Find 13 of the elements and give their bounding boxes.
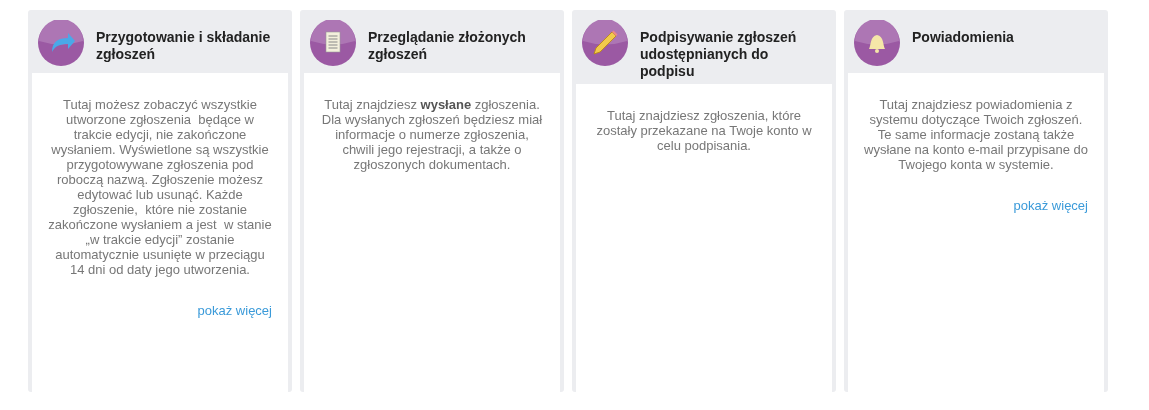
document-icon [310, 20, 356, 66]
card-title: Powiadomienia [912, 29, 1015, 46]
card-title: Podpisywanie zgłoszeń udostępnianych do podpisu [640, 29, 798, 80]
pencil-icon [582, 20, 628, 66]
card-description: Tutaj możesz zobaczyć wszystkie utworzone zgłoszenia będące w trakcie edycji, nie zakończone wysłaniem. Wyświetlone są wszystkie przygotowywane zgłoszenia pod roboczą nazwą. Zgłoszenie możesz edytować lub usunąć. Każde zgłoszenie, które nie zostanie zakończone wysłaniem a jest w stanie „w trakcie edycji” zostanie automatycznie usunięte w przeciągu 14 dni od daty jego utworzenia. [48, 97, 272, 277]
card-description: Tutaj znajdziesz powiadomienia z systemu dotyczące Twoich zgłoszeń. Te same informacje zostaną także wysłane na konto e-mail przypisane do Twojego konta w systemie. [864, 97, 1088, 172]
card-title: Przygotowanie i składanie zgłoszeń [96, 29, 272, 63]
card-title: Przeglądanie złożonych zgłoszeń [368, 29, 527, 63]
card-description: Tutaj znajdziesz zgłoszenia, które zostały przekazane na Twoje konto w celu podpisania. [595, 108, 813, 153]
card-description: Tutaj znajdziesz wysłane zgłoszenia. Dla wysłanych zgłoszeń będziesz miał informacje o numerze zgłoszenia, chwili jego rejestracji, a także o zgłoszonych dokumentach. [320, 97, 544, 172]
show-more-link[interactable]: pokaż więcej [1013, 198, 1088, 213]
bell-icon [854, 20, 900, 66]
show-more-link[interactable]: pokaż więcej [197, 303, 272, 318]
